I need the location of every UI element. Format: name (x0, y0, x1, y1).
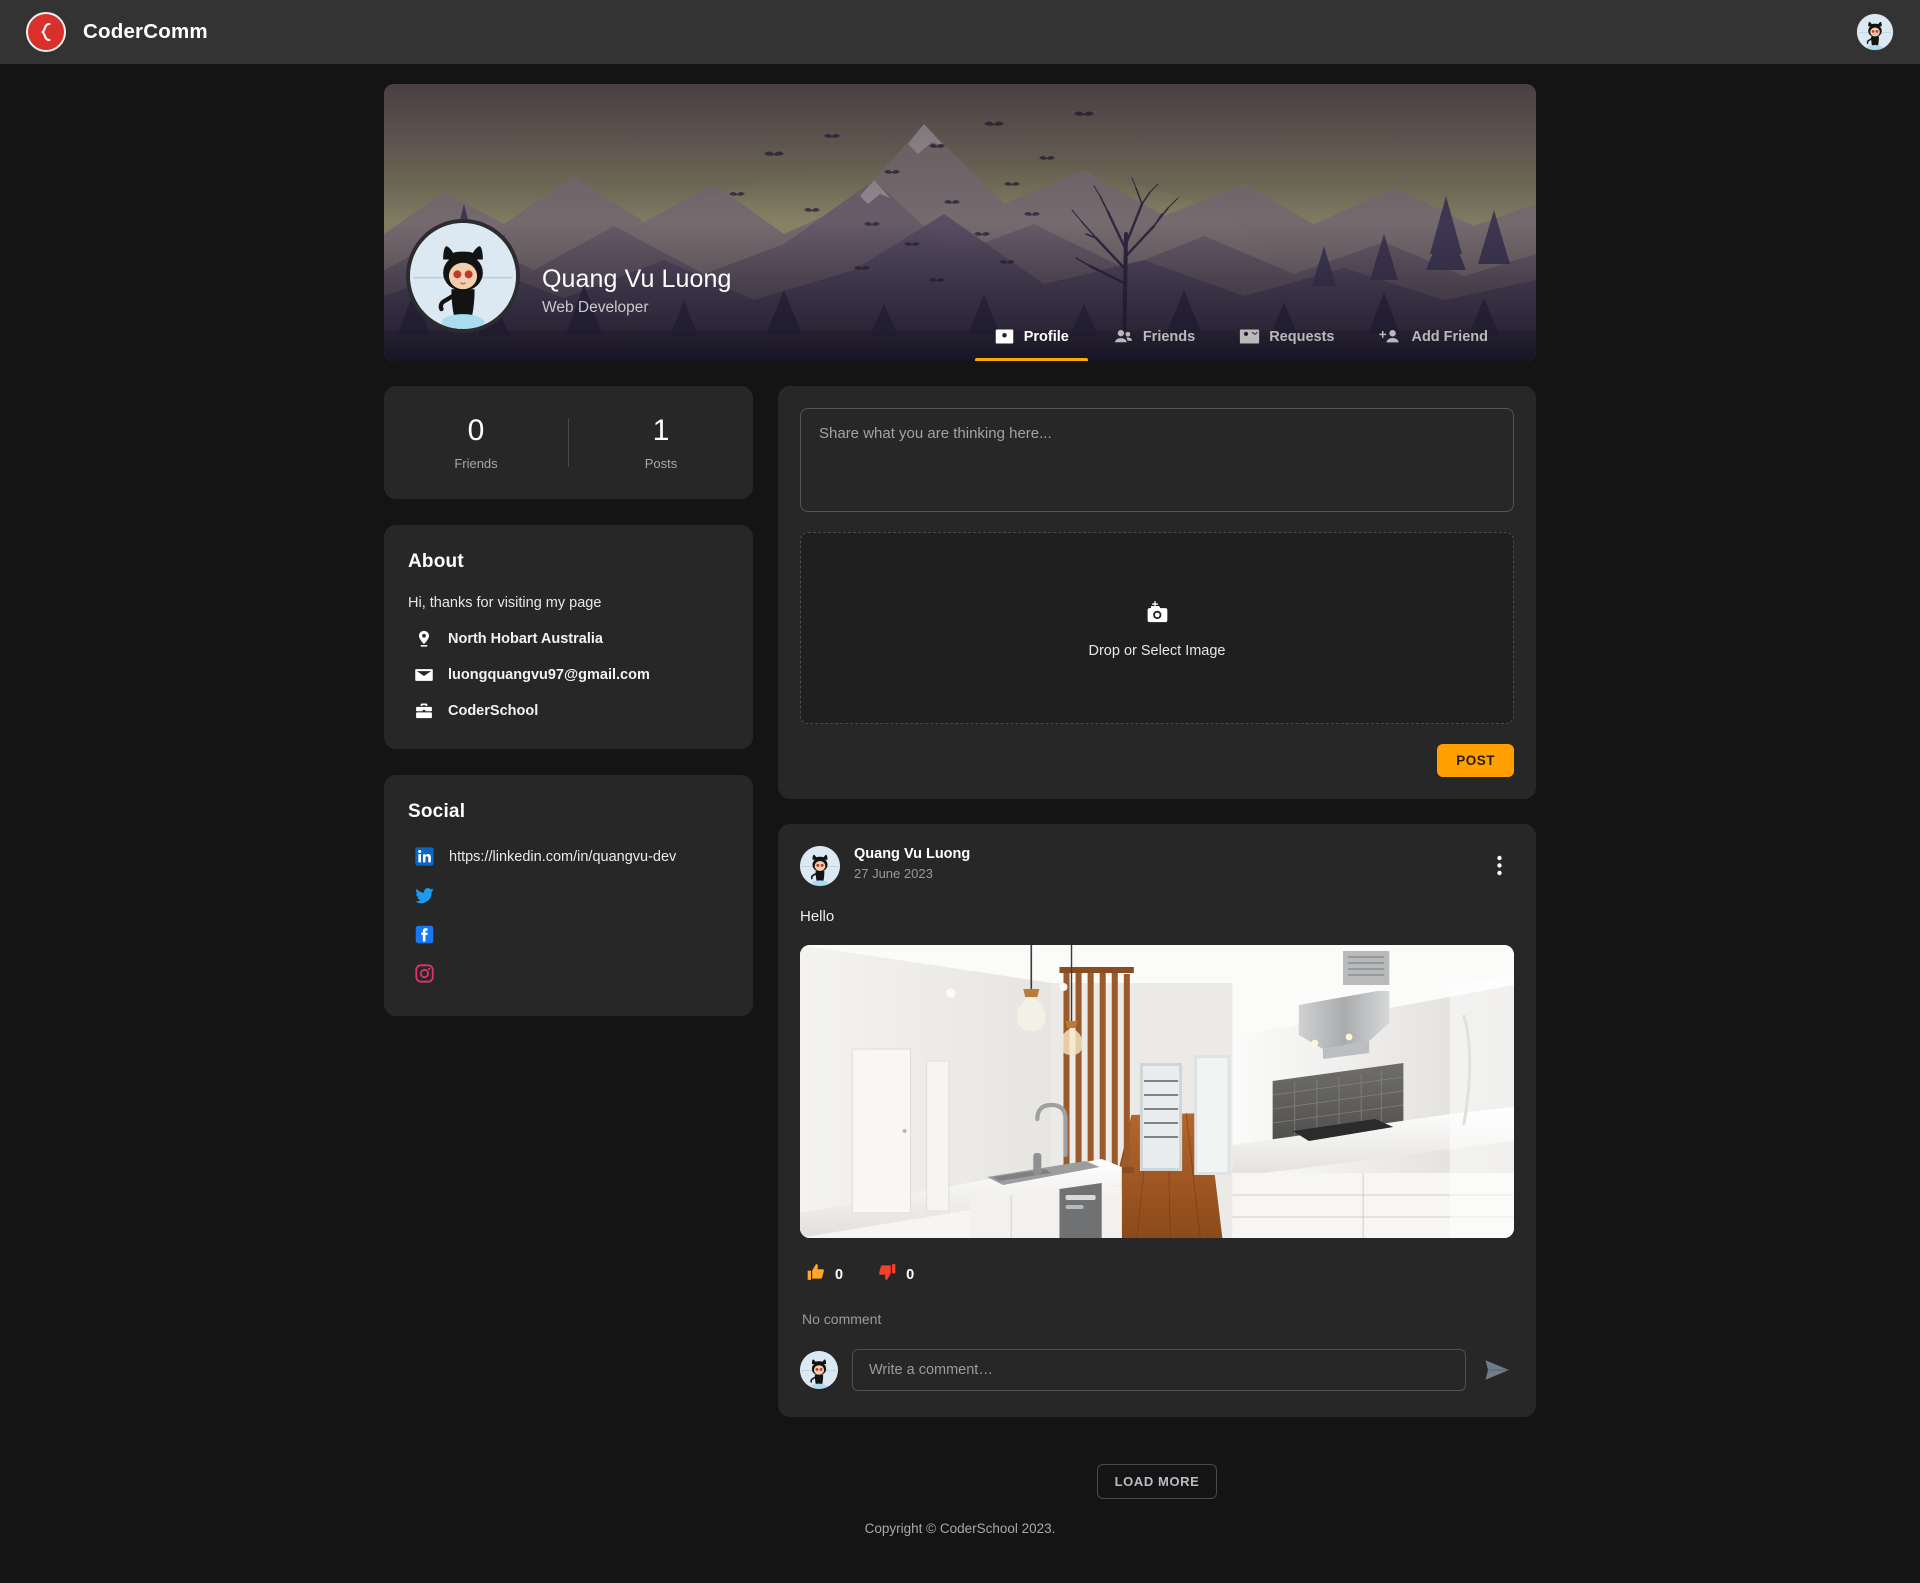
load-more-wrap: LOAD MORE (778, 1464, 1536, 1499)
about-row-company: CoderSchool (408, 701, 729, 721)
profile-tabs: Profile Friends (972, 313, 1510, 361)
about-email-text: luongquangvu97@gmail.com (448, 667, 650, 683)
tab-requests[interactable]: Requests (1217, 313, 1356, 361)
friends-label: Friends (384, 456, 568, 471)
post-card: Quang Vu Luong 27 June 2023 Hello (778, 824, 1536, 1417)
facebook-icon (414, 924, 435, 945)
post-header: Quang Vu Luong 27 June 2023 (800, 846, 1514, 886)
social-row-linkedin[interactable]: https://linkedin.com/in/quangvu-dev (408, 845, 729, 869)
requests-icon (1239, 326, 1260, 347)
tab-add-friend-label: Add Friend (1411, 329, 1488, 345)
add-friend-icon (1378, 326, 1402, 347)
about-row-location: North Hobart Australia (408, 629, 729, 649)
post-meta: Quang Vu Luong 27 June 2023 (854, 846, 970, 881)
profile-icon (994, 326, 1015, 347)
no-comment-text: No comment (800, 1311, 1514, 1327)
profile-avatar[interactable] (406, 219, 520, 333)
comment-row (800, 1349, 1514, 1391)
friends-count: 0 (384, 414, 568, 449)
stat-friends: 0 Friends (384, 414, 568, 471)
right-column: Share what you are thinking here... Drop… (778, 386, 1536, 1499)
social-title: Social (408, 801, 729, 823)
social-row-facebook[interactable] (408, 923, 729, 947)
identity-text: Quang Vu Luong Web Developer (542, 264, 732, 317)
about-title: About (408, 551, 729, 573)
post-text-input[interactable]: Share what you are thinking here... (800, 408, 1514, 512)
post-button[interactable]: POST (1437, 744, 1514, 777)
comment-author-avatar[interactable] (800, 1351, 838, 1389)
tab-friends[interactable]: Friends (1091, 313, 1217, 361)
send-icon[interactable] (1480, 1353, 1514, 1387)
dropzone-label: Drop or Select Image (1088, 643, 1225, 659)
content-container: Quang Vu Luong Web Developer Profile (384, 84, 1536, 1556)
about-location-text: North Hobart Australia (448, 631, 603, 647)
post-author-avatar[interactable] (800, 846, 840, 886)
page-body: Quang Vu Luong Web Developer Profile (0, 64, 1920, 1556)
copyright-text: Copyright © CoderSchool 2023. (384, 1521, 1536, 1556)
composer-actions: POST (800, 744, 1514, 777)
posts-label: Posts (569, 456, 753, 471)
stat-posts: 1 Posts (569, 414, 753, 471)
location-pin-icon (414, 629, 434, 649)
dislike-count: 0 (906, 1267, 914, 1283)
tab-requests-label: Requests (1269, 329, 1334, 345)
about-row-email: luongquangvu97@gmail.com (408, 665, 729, 685)
left-column: 0 Friends 1 Posts About Hi, thanks for v… (384, 386, 753, 1016)
stats-card: 0 Friends 1 Posts (384, 386, 753, 499)
about-card: About Hi, thanks for visiting my page No… (384, 525, 753, 749)
email-icon (414, 665, 434, 685)
comment-input[interactable] (852, 1349, 1466, 1391)
about-rows: North Hobart Australia luongquangvu97@gm… (408, 629, 729, 721)
social-row-twitter[interactable] (408, 884, 729, 908)
more-vertical-icon[interactable] (1486, 852, 1512, 878)
tab-friends-label: Friends (1143, 329, 1195, 345)
about-company-text: CoderSchool (448, 703, 538, 719)
profile-name: Quang Vu Luong (542, 264, 732, 295)
friends-icon (1113, 326, 1134, 347)
post-reactions: 0 0 (800, 1260, 1514, 1289)
profile-body: 0 Friends 1 Posts About Hi, thanks for v… (384, 386, 1536, 1499)
twitter-icon (414, 885, 435, 906)
profile-cover-card: Quang Vu Luong Web Developer Profile (384, 84, 1536, 361)
social-row-instagram[interactable] (408, 962, 729, 986)
like-button[interactable]: 0 (802, 1260, 847, 1289)
post-image[interactable] (800, 945, 1514, 1238)
about-bio: Hi, thanks for visiting my page (408, 595, 729, 611)
social-card: Social https://linkedi (384, 775, 753, 1016)
load-more-button[interactable]: LOAD MORE (1097, 1464, 1218, 1499)
posts-count: 1 (569, 414, 753, 449)
image-dropzone[interactable]: Drop or Select Image (800, 532, 1514, 724)
app-header: CoderComm (0, 0, 1920, 64)
like-count: 0 (835, 1267, 843, 1283)
post-date: 27 June 2023 (854, 866, 970, 881)
linkedin-icon (414, 846, 435, 867)
tab-add-friend[interactable]: Add Friend (1356, 313, 1510, 361)
post-composer-card: Share what you are thinking here... Drop… (778, 386, 1536, 799)
profile-role: Web Developer (542, 299, 732, 317)
dislike-button[interactable]: 0 (873, 1260, 918, 1289)
brace-logo-icon (26, 12, 66, 52)
cover-identity: Quang Vu Luong Web Developer (406, 219, 732, 361)
post-author-name: Quang Vu Luong (854, 846, 970, 862)
briefcase-icon (414, 701, 434, 721)
brand[interactable]: CoderComm (26, 12, 208, 52)
tab-profile[interactable]: Profile (972, 313, 1091, 361)
post-content: Hello (800, 908, 1514, 925)
social-rows: https://linkedin.com/in/quangvu-dev (408, 845, 729, 986)
add-photo-icon (1142, 598, 1172, 631)
tab-profile-label: Profile (1024, 329, 1069, 345)
brand-name: CoderComm (83, 20, 208, 44)
thumbs-up-icon (806, 1262, 826, 1287)
thumbs-down-icon (877, 1262, 897, 1287)
account-avatar[interactable] (1856, 13, 1894, 51)
social-linkedin-url: https://linkedin.com/in/quangvu-dev (449, 849, 676, 865)
instagram-icon (414, 963, 435, 984)
